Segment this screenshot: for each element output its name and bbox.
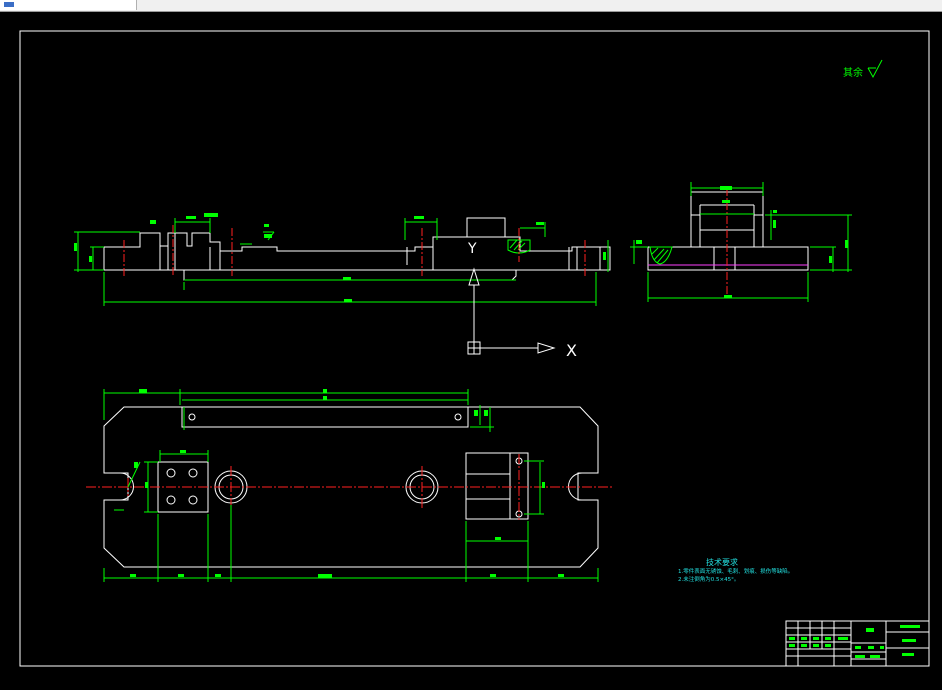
tech-req-line-1: 1.零件表面无锈蚀、毛刺、划痕、损伤等缺陷。: [678, 567, 793, 575]
side-view-dimensions: [630, 182, 852, 302]
ucs-x-label: X: [566, 341, 577, 360]
tech-req-title: 技术要求: [706, 557, 738, 567]
side-view: [647, 191, 809, 271]
tech-req-line-2: 2.未注倒角为0.5×45°。: [678, 575, 739, 583]
svg-text:其余: 其余: [843, 66, 863, 79]
front-view-dimensions: [74, 218, 609, 306]
ucs-icon: [467, 267, 556, 355]
front-view-dim-labels: [74, 213, 606, 302]
surface-finish-note: 其余: [843, 59, 883, 79]
front-view: [103, 217, 611, 281]
document-tab[interactable]: [0, 0, 137, 10]
window-titlebar: [0, 0, 942, 12]
side-view-hatch: [649, 246, 673, 265]
technical-requirements: 技术要求 1.零件表面无锈蚀、毛刺、划痕、损伤等缺陷。 2.未注倒角为0.5×4…: [678, 557, 793, 583]
cad-drawing: 其余 Y X 技术要求 1.零件表面无锈蚀、毛刺、划痕、损伤等缺陷。 2.未注倒…: [19, 30, 930, 667]
plan-view-dimensions: [103, 389, 599, 582]
side-view-dim-labels: [636, 186, 848, 298]
drawing-canvas[interactable]: 其余 Y X 技术要求 1.零件表面无锈蚀、毛刺、划痕、损伤等缺陷。 2.未注倒…: [0, 12, 942, 690]
ucs-y-label: Y: [467, 241, 477, 257]
plan-view-centerlines: [86, 454, 612, 520]
app-icon: [4, 2, 14, 7]
